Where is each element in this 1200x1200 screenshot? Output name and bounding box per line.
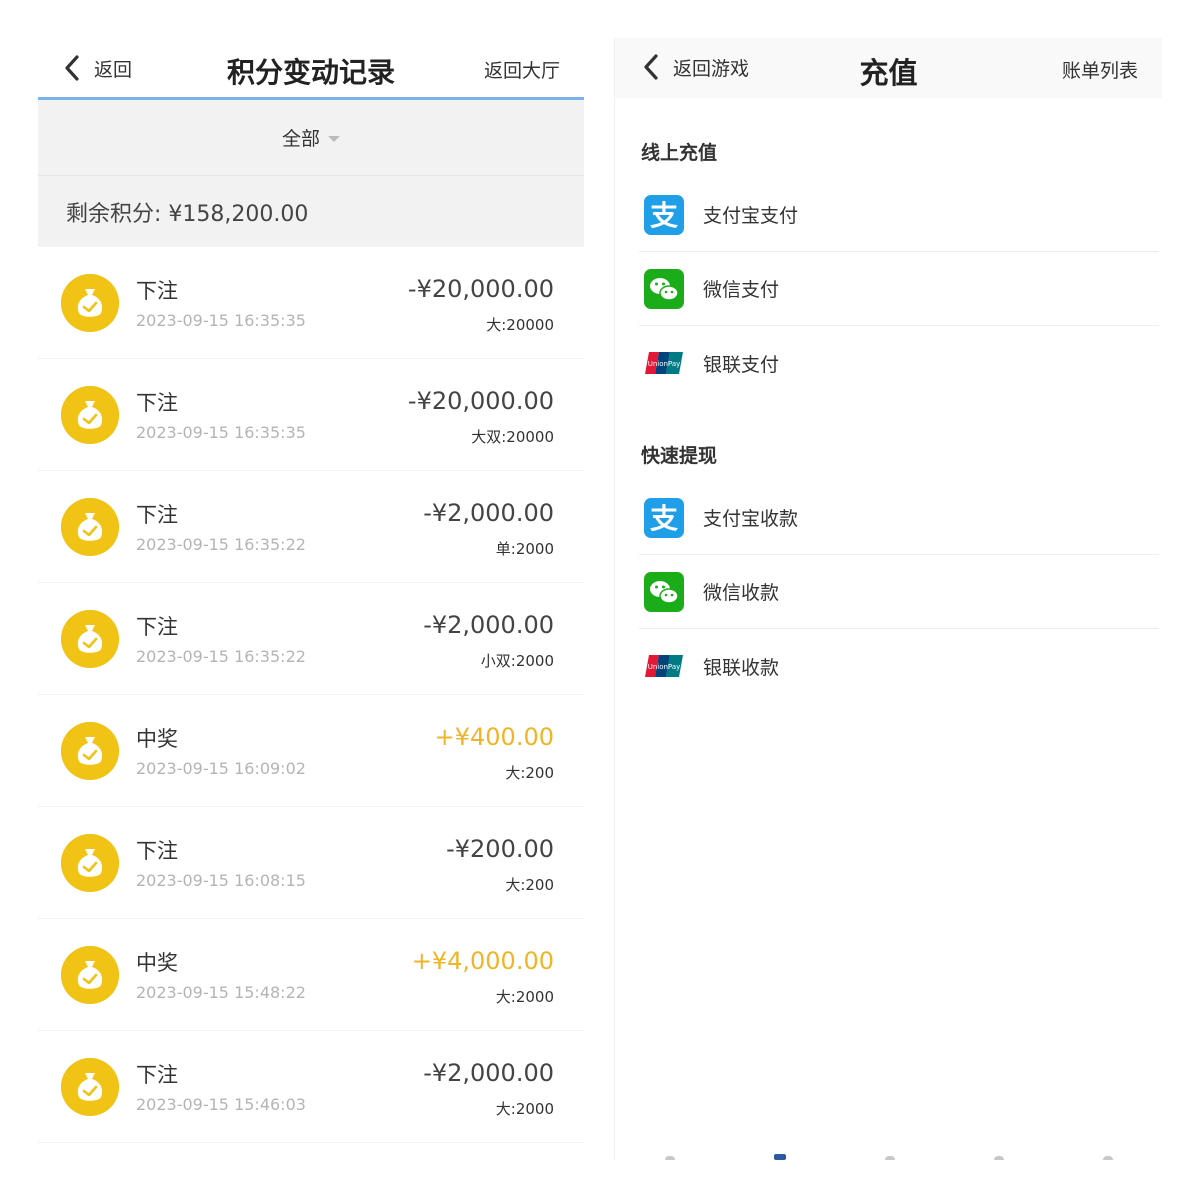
recharge-panel: 返回游戏 充值 账单列表 线上充值 支 支付宝支付 微信支付 UnionPay … bbox=[614, 38, 1162, 1160]
tab-indicator[interactable] bbox=[1102, 1156, 1113, 1160]
record-detail: 大:2000 bbox=[495, 1100, 554, 1118]
record-time: 2023-09-15 15:48:22 bbox=[136, 983, 306, 1002]
record-detail: 大:200 bbox=[505, 876, 554, 894]
record-row: 下注 2023-09-15 16:35:35 -¥20,000.00 大双:20000 bbox=[38, 359, 584, 471]
record-amount: -¥2,000.00 bbox=[423, 1059, 554, 1087]
withdraw-option-label: 支付宝收款 bbox=[703, 508, 799, 530]
record-amount: +¥4,000.00 bbox=[411, 947, 554, 975]
svg-text:UnionPay: UnionPay bbox=[648, 663, 681, 671]
tab-indicator[interactable] bbox=[664, 1156, 675, 1160]
money-bag-icon bbox=[61, 1058, 119, 1116]
filter-label: 全部 bbox=[281, 128, 320, 150]
record-type: 下注 bbox=[136, 279, 178, 303]
record-row: 中奖 2023-09-15 15:48:22 +¥4,000.00 大:2000 bbox=[38, 919, 584, 1031]
record-type: 下注 bbox=[136, 391, 178, 415]
unionpay-icon: UnionPay bbox=[643, 645, 685, 687]
record-time: 2023-09-15 16:09:02 bbox=[136, 759, 306, 778]
record-row: 下注 2023-09-15 16:35:22 -¥2,000.00 单:2000 bbox=[38, 471, 584, 583]
unionpay-icon: UnionPay bbox=[643, 342, 685, 384]
balance-text: 剩余积分: ¥158,200.00 bbox=[38, 175, 584, 247]
record-amount: -¥2,000.00 bbox=[423, 611, 554, 639]
bottom-tab-bar bbox=[615, 1152, 1162, 1160]
record-list: 下注 2023-09-15 16:35:35 -¥20,000.00 大:20000 下… bbox=[38, 247, 584, 1143]
money-bag-icon bbox=[61, 722, 119, 780]
withdraw-option-label: 银联收款 bbox=[703, 656, 780, 679]
record-row: 下注 2023-09-15 16:35:35 -¥20,000.00 大:20000 bbox=[38, 247, 584, 359]
withdraw-option-label: 微信收款 bbox=[703, 582, 780, 604]
record-row: 下注 2023-09-15 16:35:22 -¥2,000.00 小双:2000 bbox=[38, 583, 584, 695]
record-row: 下注 2023-09-15 15:46:03 -¥2,000.00 大:2000 bbox=[38, 1031, 584, 1143]
money-bag-icon bbox=[61, 610, 119, 668]
record-detail: 单:2000 bbox=[495, 540, 554, 558]
record-time: 2023-09-15 16:08:15 bbox=[136, 871, 306, 890]
record-amount: -¥20,000.00 bbox=[407, 275, 554, 303]
wechat-icon bbox=[643, 268, 685, 310]
record-detail: 大:2000 bbox=[495, 988, 554, 1006]
pay-option-label: 支付宝支付 bbox=[703, 205, 799, 227]
money-bag-icon bbox=[61, 946, 119, 1004]
money-bag-icon bbox=[61, 834, 119, 892]
pay-option-label: 微信支付 bbox=[703, 279, 780, 301]
record-row: 下注 2023-09-15 16:08:15 -¥200.00 大:200 bbox=[38, 807, 584, 919]
alipay-icon: 支 bbox=[643, 194, 685, 236]
record-detail: 大双:20000 bbox=[471, 428, 554, 446]
pay-option-unionpay[interactable]: UnionPay 银联支付 bbox=[639, 326, 1159, 400]
online-recharge-title: 线上充值 bbox=[641, 142, 718, 164]
wechat-icon bbox=[643, 571, 685, 613]
record-type: 中奖 bbox=[136, 951, 178, 975]
pay-option-label: 银联支付 bbox=[703, 353, 780, 376]
record-amount: -¥2,000.00 bbox=[423, 499, 554, 527]
record-row: 中奖 2023-09-15 16:09:02 +¥400.00 大:200 bbox=[38, 695, 584, 807]
pay-option-wechat[interactable]: 微信支付 bbox=[639, 252, 1159, 326]
record-amount: -¥200.00 bbox=[446, 835, 554, 863]
tab-indicator-active[interactable] bbox=[773, 1154, 786, 1160]
money-bag-icon bbox=[61, 498, 119, 556]
money-bag-icon bbox=[61, 274, 119, 332]
record-type: 中奖 bbox=[136, 727, 178, 751]
withdraw-option-unionpay[interactable]: UnionPay 银联收款 bbox=[639, 629, 1159, 703]
caret-down-icon bbox=[328, 135, 340, 142]
back-to-lobby-link[interactable]: 返回大厅 bbox=[484, 56, 560, 83]
record-detail: 大:200 bbox=[505, 764, 554, 782]
filter-dropdown[interactable]: 全部 bbox=[38, 100, 584, 175]
tab-indicator[interactable] bbox=[993, 1156, 1004, 1160]
pay-option-alipay[interactable]: 支 支付宝支付 bbox=[639, 178, 1159, 252]
record-type: 下注 bbox=[136, 503, 178, 527]
record-type: 下注 bbox=[136, 839, 178, 863]
record-time: 2023-09-15 15:46:03 bbox=[136, 1095, 306, 1114]
bill-list-link[interactable]: 账单列表 bbox=[1062, 56, 1138, 83]
header-bar: 返回 积分变动记录 返回大厅 bbox=[38, 38, 584, 100]
header-bar: 返回游戏 充值 账单列表 bbox=[615, 38, 1162, 98]
withdraw-option-wechat[interactable]: 微信收款 bbox=[639, 555, 1159, 629]
quick-withdraw-title: 快速提现 bbox=[641, 445, 718, 467]
record-detail: 大:20000 bbox=[486, 316, 554, 334]
svg-text:UnionPay: UnionPay bbox=[648, 360, 681, 368]
money-bag-icon bbox=[61, 386, 119, 444]
svg-text:支: 支 bbox=[650, 199, 678, 232]
points-record-panel: 返回 积分变动记录 返回大厅 全部 剩余积分: ¥158,200.00 下注 20… bbox=[38, 38, 584, 1162]
tab-indicator[interactable] bbox=[884, 1156, 895, 1160]
record-type: 下注 bbox=[136, 615, 178, 639]
record-time: 2023-09-15 16:35:35 bbox=[136, 311, 306, 330]
alipay-icon: 支 bbox=[643, 497, 685, 539]
record-time: 2023-09-15 16:35:35 bbox=[136, 423, 306, 442]
record-type: 下注 bbox=[136, 1063, 178, 1087]
record-amount: -¥20,000.00 bbox=[407, 387, 554, 415]
record-detail: 小双:2000 bbox=[480, 652, 554, 670]
record-time: 2023-09-15 16:35:22 bbox=[136, 647, 306, 666]
withdraw-option-alipay[interactable]: 支 支付宝收款 bbox=[639, 481, 1159, 555]
record-time: 2023-09-15 16:35:22 bbox=[136, 535, 306, 554]
svg-text:支: 支 bbox=[650, 502, 678, 535]
record-amount: +¥400.00 bbox=[434, 723, 554, 751]
